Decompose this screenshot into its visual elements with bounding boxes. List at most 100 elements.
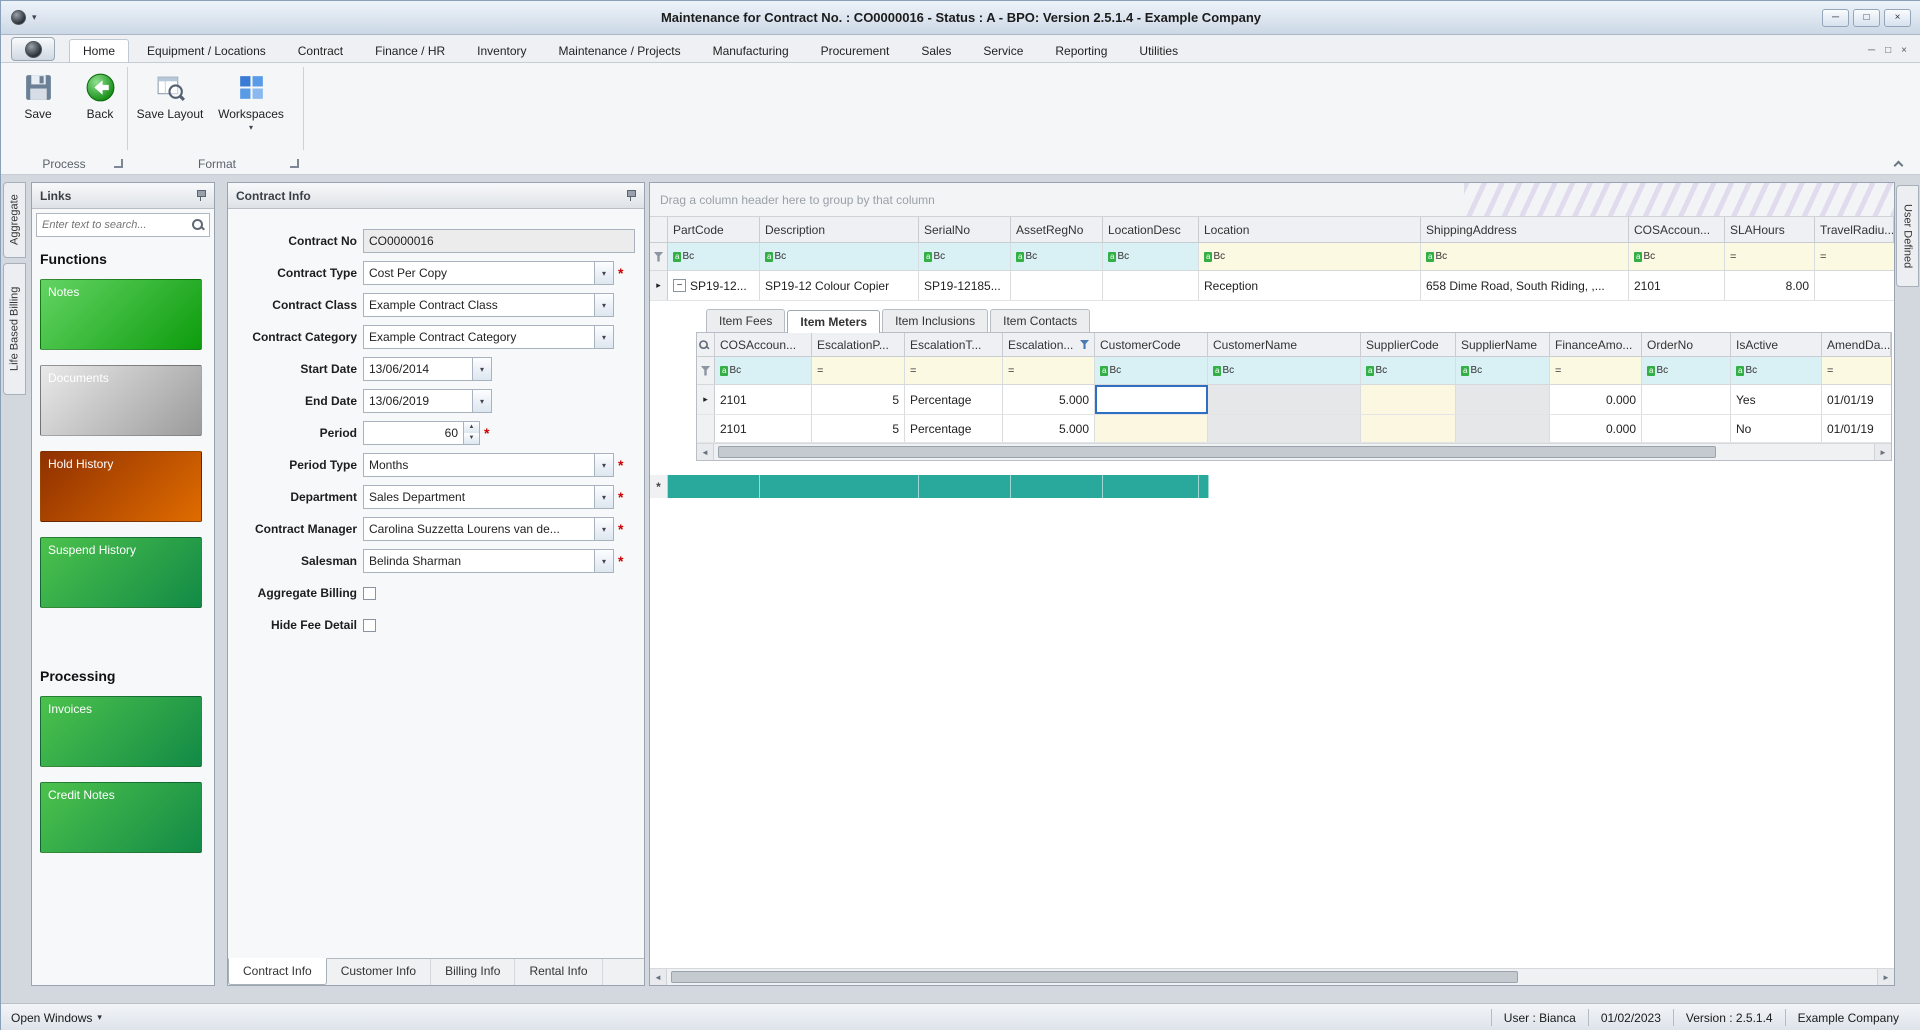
qat-dropdown-icon[interactable]: ▾: [32, 12, 37, 23]
tab-sales[interactable]: Sales: [907, 39, 965, 62]
cell-assetregno[interactable]: [1011, 271, 1103, 300]
filter-cell-escalation[interactable]: =: [1003, 357, 1095, 384]
contract-no-field[interactable]: CO0000016: [363, 229, 635, 253]
notes-button[interactable]: Notes: [40, 279, 202, 350]
cell-suppliercode[interactable]: [1361, 385, 1456, 414]
filter-cell-serialno[interactable]: a Bc: [919, 243, 1011, 270]
search-icon[interactable]: [191, 218, 205, 232]
minimize-button[interactable]: ─: [1822, 8, 1849, 27]
column-header-cosaccount[interactable]: COSAccoun...: [1629, 217, 1725, 243]
tab-manufacturing[interactable]: Manufacturing: [699, 39, 803, 62]
links-search-input[interactable]: [37, 219, 191, 231]
cell-slahours[interactable]: 8.00: [1725, 271, 1815, 300]
contract-manager-combo[interactable]: Carolina Suzzetta Lourens van de... ▾: [363, 517, 614, 541]
filter-cell-cosaccount[interactable]: a Bc: [715, 357, 812, 384]
hide-fee-detail-checkbox[interactable]: [363, 618, 376, 632]
chevron-down-icon[interactable]: ▾: [594, 294, 613, 316]
cell-escalationp[interactable]: 5: [812, 385, 905, 414]
chevron-down-icon[interactable]: ▾: [594, 486, 613, 508]
cell-locationdesc[interactable]: [1103, 271, 1199, 300]
cell-escalationt[interactable]: Percentage: [905, 415, 1003, 442]
cell-isactive[interactable]: Yes: [1731, 385, 1822, 414]
filter-cell-orderno[interactable]: a Bc: [1642, 357, 1731, 384]
process-dialog-launcher-icon[interactable]: [114, 159, 123, 168]
salesman-combo[interactable]: Belinda Sharman ▾: [363, 549, 614, 573]
cell-shippingaddress[interactable]: 658 Dime Road, South Riding, ,...: [1421, 271, 1629, 300]
documents-button[interactable]: Documents: [40, 365, 202, 436]
cell-description[interactable]: SP19-12 Colour Copier: [760, 271, 919, 300]
tab-maintenance-projects[interactable]: Maintenance / Projects: [545, 39, 695, 62]
mdi-minimize-button[interactable]: ─: [1868, 45, 1875, 56]
tab-item-contacts[interactable]: Item Contacts: [990, 309, 1091, 332]
column-header-customercode[interactable]: CustomerCode: [1095, 333, 1208, 357]
subgrid-row[interactable]: 2101 5 Percentage 5.000 0.000 No 01/01/1…: [697, 415, 1891, 443]
column-header-amenddate[interactable]: AmendDa...: [1822, 333, 1891, 357]
new-row-cell[interactable]: [1199, 475, 1209, 498]
save-button[interactable]: Save: [7, 68, 69, 121]
hold-history-button[interactable]: Hold History: [40, 451, 202, 522]
column-header-suppliername[interactable]: SupplierName: [1456, 333, 1550, 357]
contract-category-combo[interactable]: Example Contract Category ▾: [363, 325, 614, 349]
cell-location[interactable]: Reception: [1199, 271, 1421, 300]
invoices-button[interactable]: Invoices: [40, 696, 202, 767]
group-by-bar[interactable]: Drag a column header here to group by th…: [650, 183, 1894, 217]
cell-customername[interactable]: [1208, 385, 1361, 414]
tab-rental-info[interactable]: Rental Info: [515, 959, 603, 985]
back-button[interactable]: Back: [69, 68, 131, 121]
end-date-picker[interactable]: 13/06/2019 ▾: [363, 389, 492, 413]
filter-cell-travelradius[interactable]: =: [1815, 243, 1894, 270]
cell-escalationp[interactable]: 5: [812, 415, 905, 442]
active-filter-icon[interactable]: [1080, 340, 1089, 349]
department-combo[interactable]: Sales Department ▾: [363, 485, 614, 509]
column-header-slahours[interactable]: SLAHours: [1725, 217, 1815, 243]
tab-reporting[interactable]: Reporting: [1041, 39, 1121, 62]
aggregate-billing-checkbox[interactable]: [363, 586, 376, 600]
side-tab-aggregate[interactable]: Aggregate: [3, 182, 26, 258]
scrollbar-thumb[interactable]: [671, 971, 1518, 983]
period-type-combo[interactable]: Months ▾: [363, 453, 614, 477]
column-header-partcode[interactable]: PartCode: [668, 217, 760, 243]
format-dialog-launcher-icon[interactable]: [290, 159, 299, 168]
tab-billing-info[interactable]: Billing Info: [431, 959, 516, 985]
column-header-financeamount[interactable]: FinanceAmo...: [1550, 333, 1642, 357]
chevron-down-icon[interactable]: ▾: [594, 550, 613, 572]
grid-new-row[interactable]: *: [650, 475, 1894, 498]
scroll-left-icon[interactable]: ◄: [697, 444, 714, 460]
subgrid-horizontal-scrollbar[interactable]: ◄ ►: [697, 443, 1891, 460]
column-header-shippingaddress[interactable]: ShippingAddress: [1421, 217, 1629, 243]
mdi-maximize-button[interactable]: □: [1885, 45, 1891, 56]
cell-financeamount[interactable]: 0.000: [1550, 415, 1642, 442]
chevron-down-icon[interactable]: ▾: [594, 262, 613, 284]
filter-cell-cosaccount[interactable]: a Bc: [1629, 243, 1725, 270]
column-header-escalation[interactable]: Escalation...: [1003, 333, 1095, 357]
tab-home[interactable]: Home: [69, 39, 130, 62]
column-header-description[interactable]: Description: [760, 217, 919, 243]
scroll-right-icon[interactable]: ►: [1874, 444, 1891, 460]
chevron-down-icon[interactable]: ▾: [594, 518, 613, 540]
collapse-detail-icon[interactable]: −: [673, 279, 686, 292]
filter-cell-suppliername[interactable]: a Bc: [1456, 357, 1550, 384]
new-row-cell[interactable]: [1103, 475, 1199, 498]
cell-cosaccount[interactable]: 2101: [715, 385, 812, 414]
new-row-cell[interactable]: [760, 475, 919, 498]
filter-cell-assetregno[interactable]: a Bc: [1011, 243, 1103, 270]
cell-escalation[interactable]: 5.000: [1003, 385, 1095, 414]
cell-customercode[interactable]: [1095, 415, 1208, 442]
tab-finance-hr[interactable]: Finance / HR: [361, 39, 459, 62]
open-windows-button[interactable]: Open Windows ▾: [11, 1011, 102, 1025]
tab-inventory[interactable]: Inventory: [463, 39, 540, 62]
column-header-suppliercode[interactable]: SupplierCode: [1361, 333, 1456, 357]
new-row-cell[interactable]: [919, 475, 1011, 498]
spin-down-icon[interactable]: ▼: [464, 433, 479, 444]
filter-cell-financeamount[interactable]: =: [1550, 357, 1642, 384]
cell-amenddate[interactable]: 01/01/19: [1822, 385, 1891, 414]
cell-suppliername[interactable]: [1456, 385, 1550, 414]
filter-cell-shippingaddress[interactable]: a Bc: [1421, 243, 1629, 270]
cell-partcode[interactable]: − SP19-12...: [668, 271, 760, 300]
ribbon-collapse-button[interactable]: [1893, 158, 1907, 171]
new-row-cell[interactable]: [668, 475, 760, 498]
cell-suppliername[interactable]: [1456, 415, 1550, 442]
cell-suppliercode[interactable]: [1361, 415, 1456, 442]
cell-customercode-focused[interactable]: [1095, 385, 1208, 414]
column-header-escalationt[interactable]: EscalationT...: [905, 333, 1003, 357]
